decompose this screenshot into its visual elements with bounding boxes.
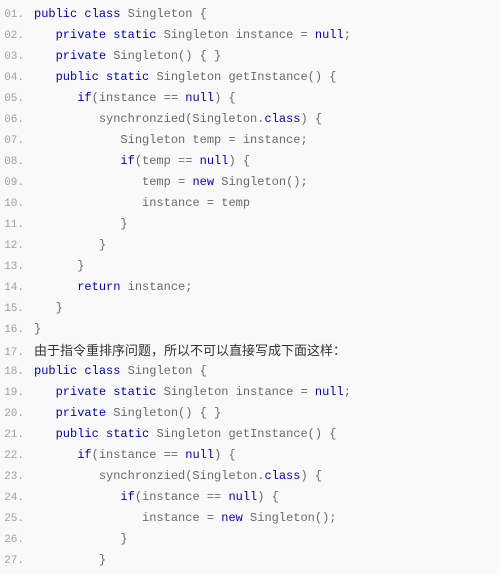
code-content: } bbox=[34, 550, 106, 571]
code-content: } bbox=[34, 319, 41, 340]
code-line: 04. public static Singleton getInstance(… bbox=[0, 67, 500, 88]
line-number: 02. bbox=[0, 26, 34, 47]
code-line: 23. synchronzied(Singleton.class) { bbox=[0, 466, 500, 487]
code-line: 21. public static Singleton getInstance(… bbox=[0, 424, 500, 445]
code-line: 19. private static Singleton instance = … bbox=[0, 382, 500, 403]
line-number: 14. bbox=[0, 278, 34, 299]
code-line: 09. temp = new Singleton(); bbox=[0, 172, 500, 193]
line-number: 19. bbox=[0, 383, 34, 404]
code-line: 25. instance = new Singleton(); bbox=[0, 508, 500, 529]
code-content: return instance; bbox=[34, 277, 192, 298]
code-line: 15. } bbox=[0, 298, 500, 319]
code-content: } bbox=[34, 214, 128, 235]
code-line: 11. } bbox=[0, 214, 500, 235]
line-number: 18. bbox=[0, 362, 34, 383]
line-number: 26. bbox=[0, 530, 34, 551]
line-number: 20. bbox=[0, 404, 34, 425]
code-content: private static Singleton instance = null… bbox=[34, 382, 351, 403]
line-number: 04. bbox=[0, 68, 34, 89]
code-line: 10. instance = temp bbox=[0, 193, 500, 214]
code-content: if(temp == null) { bbox=[34, 151, 250, 172]
code-line: 24. if(instance == null) { bbox=[0, 487, 500, 508]
code-content: public class Singleton { bbox=[34, 4, 207, 25]
code-content: instance = temp bbox=[34, 193, 250, 214]
code-line: 13. } bbox=[0, 256, 500, 277]
line-number: 11. bbox=[0, 215, 34, 236]
code-line: 12. } bbox=[0, 235, 500, 256]
line-number: 23. bbox=[0, 467, 34, 488]
code-content: 由于指令重排序问题，所以不可以直接写成下面这样： bbox=[34, 340, 346, 361]
code-content: public static Singleton getInstance() { bbox=[34, 67, 336, 88]
code-line: 03. private Singleton() { } bbox=[0, 46, 500, 67]
line-number: 24. bbox=[0, 488, 34, 509]
code-line: 05. if(instance == null) { bbox=[0, 88, 500, 109]
code-line: 18.public class Singleton { bbox=[0, 361, 500, 382]
code-line: 02. private static Singleton instance = … bbox=[0, 25, 500, 46]
code-line: 20. private Singleton() { } bbox=[0, 403, 500, 424]
line-number: 03. bbox=[0, 47, 34, 68]
code-line: 22. if(instance == null) { bbox=[0, 445, 500, 466]
code-content: Singleton temp = instance; bbox=[34, 130, 308, 151]
code-content: private static Singleton instance = null… bbox=[34, 25, 351, 46]
line-number: 17. bbox=[0, 343, 34, 364]
code-line: 16.} bbox=[0, 319, 500, 340]
line-number: 21. bbox=[0, 425, 34, 446]
line-number: 08. bbox=[0, 152, 34, 173]
code-content: synchronzied(Singleton.class) { bbox=[34, 109, 322, 130]
code-block: 01.public class Singleton {02. private s… bbox=[0, 0, 500, 575]
code-line: 01.public class Singleton { bbox=[0, 4, 500, 25]
code-line: 27. } bbox=[0, 550, 500, 571]
code-line: 07. Singleton temp = instance; bbox=[0, 130, 500, 151]
code-content: } bbox=[34, 298, 63, 319]
code-line: 14. return instance; bbox=[0, 277, 500, 298]
code-content: } bbox=[34, 529, 128, 550]
line-number: 09. bbox=[0, 173, 34, 194]
code-content: instance = new Singleton(); bbox=[34, 508, 336, 529]
code-content: public static Singleton getInstance() { bbox=[34, 424, 336, 445]
line-number: 15. bbox=[0, 299, 34, 320]
line-number: 16. bbox=[0, 320, 34, 341]
code-line: 08. if(temp == null) { bbox=[0, 151, 500, 172]
code-content: public class Singleton { bbox=[34, 361, 207, 382]
code-content: if(instance == null) { bbox=[34, 445, 236, 466]
code-line: 17.由于指令重排序问题，所以不可以直接写成下面这样： bbox=[0, 340, 500, 361]
code-content: synchronzied(Singleton.class) { bbox=[34, 466, 322, 487]
line-number: 05. bbox=[0, 89, 34, 110]
line-number: 01. bbox=[0, 5, 34, 26]
code-content: } bbox=[34, 235, 106, 256]
line-number: 12. bbox=[0, 236, 34, 257]
line-number: 22. bbox=[0, 446, 34, 467]
code-content: private Singleton() { } bbox=[34, 46, 221, 67]
code-line: 26. } bbox=[0, 529, 500, 550]
code-content: temp = new Singleton(); bbox=[34, 172, 308, 193]
line-number: 07. bbox=[0, 131, 34, 152]
code-line: 06. synchronzied(Singleton.class) { bbox=[0, 109, 500, 130]
line-number: 10. bbox=[0, 194, 34, 215]
code-content: private Singleton() { } bbox=[34, 403, 221, 424]
code-content: if(instance == null) { bbox=[34, 487, 279, 508]
line-number: 27. bbox=[0, 551, 34, 572]
line-number: 06. bbox=[0, 110, 34, 131]
code-content: } bbox=[34, 256, 84, 277]
line-number: 25. bbox=[0, 509, 34, 530]
line-number: 13. bbox=[0, 257, 34, 278]
code-content: if(instance == null) { bbox=[34, 88, 236, 109]
